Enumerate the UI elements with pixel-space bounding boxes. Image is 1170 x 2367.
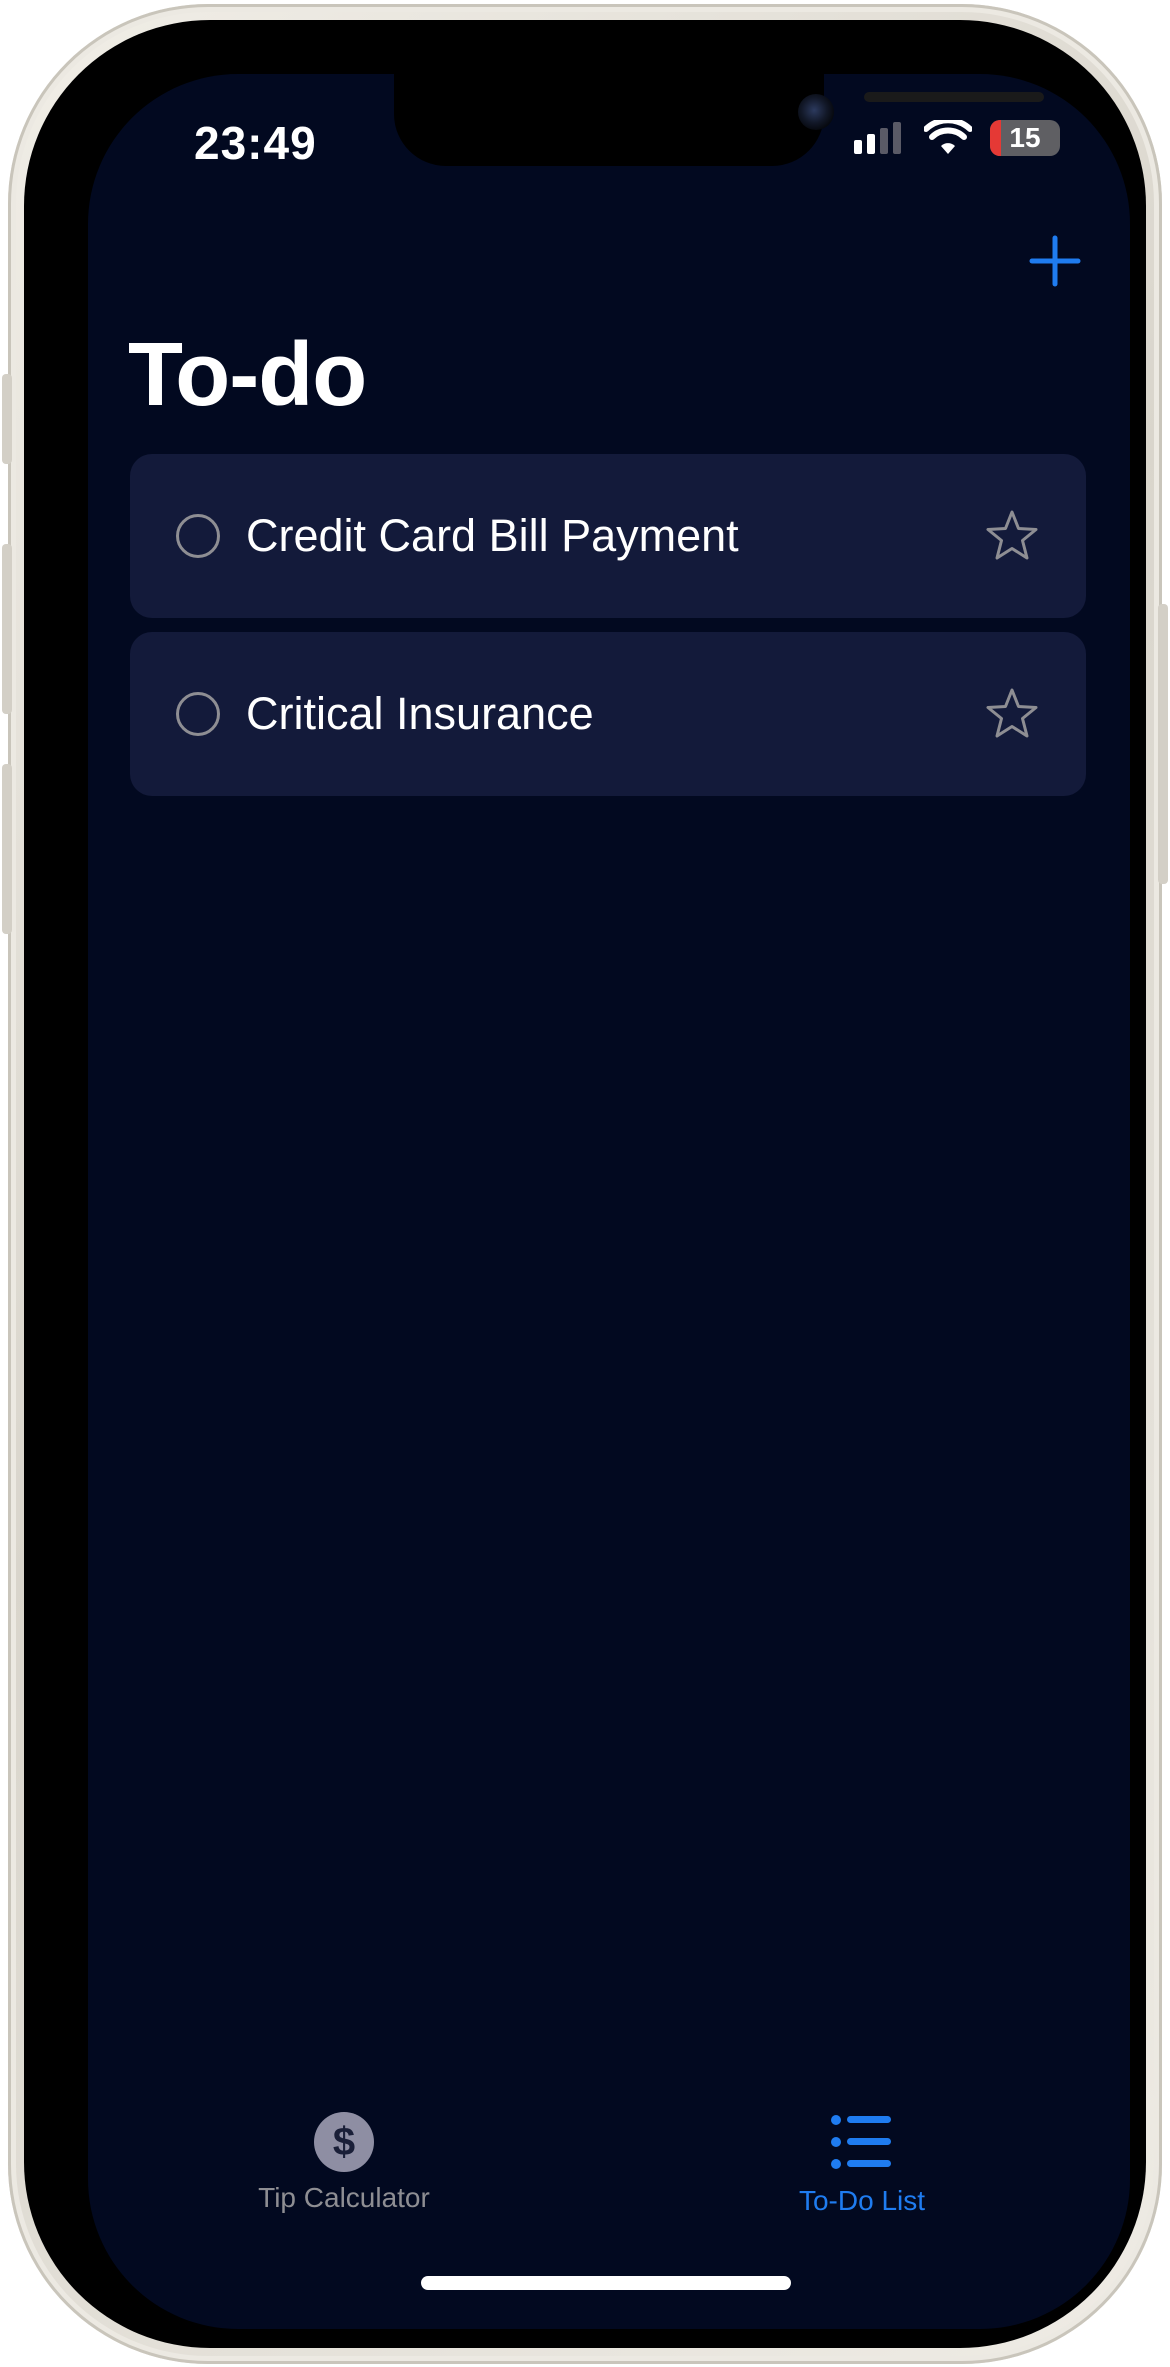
list-bullet-icon [831, 2115, 891, 2169]
wifi-icon [924, 120, 972, 154]
plus-icon [1029, 235, 1081, 287]
volume-up-button [2, 544, 12, 714]
cellular-signal-icon [854, 122, 901, 154]
notch [394, 74, 1044, 166]
page-title: To-do [128, 325, 367, 425]
home-indicator[interactable] [421, 2276, 791, 2290]
todo-item[interactable]: Credit Card Bill Payment [130, 454, 1086, 618]
battery-level: 15 [1009, 122, 1041, 153]
star-icon [986, 688, 1038, 738]
tab-bar: $ Tip Calculator To-Do List [88, 2104, 1130, 2244]
todo-list: Credit Card Bill Payment Critical Insura… [130, 454, 1086, 810]
star-button[interactable] [982, 506, 1042, 566]
speaker-grille [864, 92, 1044, 102]
front-camera-icon [798, 94, 834, 130]
side-button [2, 374, 12, 464]
power-button [1158, 604, 1168, 884]
dollar-sign-icon: $ [314, 2112, 374, 2172]
tab-tip-calculator[interactable]: $ Tip Calculator [154, 2104, 534, 2244]
complete-toggle-circle-icon[interactable] [176, 514, 220, 558]
todo-title: Credit Card Bill Payment [246, 510, 739, 561]
tab-todo-list[interactable]: To-Do List [672, 2104, 1052, 2244]
tab-label: Tip Calculator [258, 2182, 430, 2213]
bezel: 23:49 15 To-do Credit Card Bill Payment … [24, 20, 1146, 2348]
volume-down-button [2, 764, 12, 934]
todo-item[interactable]: Critical Insurance [130, 632, 1086, 796]
complete-toggle-circle-icon[interactable] [176, 692, 220, 736]
status-icons: 15 [852, 118, 1060, 158]
tab-label: To-Do List [798, 2185, 926, 2216]
status-time: 23:49 [194, 117, 317, 169]
screen: 23:49 15 To-do Credit Card Bill Payment … [88, 74, 1130, 2329]
battery-indicator: 15 [990, 120, 1060, 156]
star-icon [986, 510, 1038, 560]
todo-title: Critical Insurance [246, 688, 594, 739]
star-button[interactable] [982, 684, 1042, 744]
device-frame: 23:49 15 To-do Credit Card Bill Payment … [2, 4, 1168, 2364]
add-todo-button[interactable] [1020, 226, 1090, 296]
